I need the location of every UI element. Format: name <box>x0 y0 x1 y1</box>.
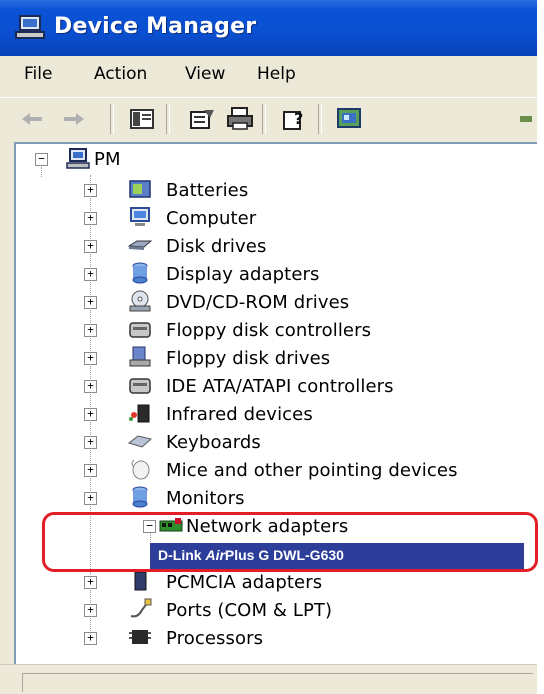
display-adapter-icon <box>132 262 148 284</box>
tree-item-computer[interactable]: Computer <box>166 208 256 229</box>
svg-text:?: ? <box>294 109 303 128</box>
mouse-icon <box>131 459 150 480</box>
highlight-annotation <box>42 512 538 572</box>
properties-icon[interactable] <box>188 106 216 132</box>
expand-toggle[interactable]: + <box>84 240 97 253</box>
computer-icon <box>66 148 90 169</box>
controller-icon <box>129 322 151 338</box>
toolbar-separator <box>262 104 266 134</box>
forward-arrow-icon[interactable] <box>60 106 88 132</box>
toolbar-separator <box>318 104 322 134</box>
expand-toggle[interactable]: + <box>84 184 97 197</box>
keyboard-icon <box>128 435 152 448</box>
device-manager-icon <box>15 15 45 39</box>
tree-item-dvd-cdrom-drives[interactable]: DVD/CD-ROM drives <box>166 292 349 313</box>
controller-icon <box>129 378 151 394</box>
tree-item-infrared-devices[interactable]: Infrared devices <box>166 404 313 425</box>
tree-item-monitors[interactable]: Monitors <box>166 488 245 509</box>
print-icon[interactable] <box>226 106 254 132</box>
battery-icon <box>129 180 151 198</box>
expand-toggle[interactable]: + <box>84 492 97 505</box>
scan-hardware-icon[interactable] <box>336 106 364 132</box>
expand-toggle[interactable]: + <box>84 464 97 477</box>
menu-view[interactable]: View <box>185 64 225 84</box>
expand-toggle[interactable]: + <box>84 408 97 421</box>
expand-toggle[interactable]: + <box>84 380 97 393</box>
expand-toggle[interactable]: + <box>84 324 97 337</box>
disk-drive-icon <box>128 240 152 250</box>
expand-toggle[interactable]: + <box>84 632 97 645</box>
tree-item-ports[interactable]: Ports (COM & LPT) <box>166 600 332 621</box>
tree-line <box>41 167 42 177</box>
back-arrow-icon[interactable] <box>18 106 46 132</box>
menu-action[interactable]: Action <box>94 64 147 84</box>
monitor-icon <box>132 486 148 508</box>
expand-toggle[interactable]: + <box>84 268 97 281</box>
tree-item-floppy-disk-controllers[interactable]: Floppy disk controllers <box>166 320 371 341</box>
expand-toggle[interactable]: + <box>84 604 97 617</box>
status-panel <box>22 673 533 692</box>
tree-item-keyboards[interactable]: Keyboards <box>166 432 261 453</box>
expand-toggle[interactable]: + <box>84 212 97 225</box>
menu-file[interactable]: File <box>24 64 52 84</box>
tree-item-mice-pointing-devices[interactable]: Mice and other pointing devices <box>166 460 458 481</box>
pcmcia-icon <box>134 571 147 591</box>
floppy-icon <box>129 346 151 367</box>
toolbar-separator <box>110 104 114 134</box>
window-title: Device Manager <box>54 14 257 39</box>
help-icon[interactable]: ? <box>280 106 308 132</box>
tree-item-pcmcia-adapters[interactable]: PCMCIA adapters <box>166 572 322 593</box>
tree-item-floppy-disk-drives[interactable]: Floppy disk drives <box>166 348 330 369</box>
expand-toggle[interactable]: + <box>84 296 97 309</box>
show-hide-console-tree-icon[interactable] <box>128 106 156 132</box>
tree-item-display-adapters[interactable]: Display adapters <box>166 264 320 285</box>
menu-help[interactable]: Help <box>257 64 296 84</box>
toolbar-separator <box>166 104 170 134</box>
more-icon[interactable] <box>512 106 534 132</box>
infrared-icon <box>129 404 150 423</box>
expand-toggle[interactable]: + <box>84 352 97 365</box>
computer-icon <box>130 207 150 226</box>
title-bar[interactable]: Device Manager <box>0 0 537 56</box>
tree-item-disk-drives[interactable]: Disk drives <box>166 236 266 257</box>
tree-item-processors[interactable]: Processors <box>166 628 263 649</box>
port-icon <box>130 598 152 618</box>
tree-item-batteries[interactable]: Batteries <box>166 180 248 201</box>
device-manager-window: Device Manager File Action View Help ? −… <box>0 0 537 694</box>
collapse-toggle[interactable]: − <box>35 153 48 166</box>
tree-item-ide-ata-atapi-controllers[interactable]: IDE ATA/ATAPI controllers <box>166 376 394 397</box>
processor-icon <box>129 630 151 644</box>
cdrom-icon <box>129 290 151 312</box>
expand-toggle[interactable]: + <box>84 436 97 449</box>
tree-root-label[interactable]: PM <box>94 149 121 170</box>
window-edge <box>537 0 544 694</box>
expand-toggle[interactable]: + <box>84 576 97 589</box>
